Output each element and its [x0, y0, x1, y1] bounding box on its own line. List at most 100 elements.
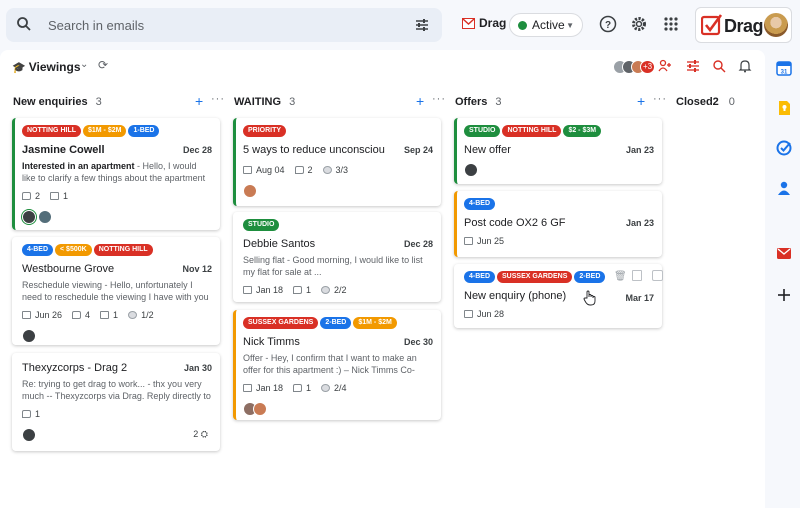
column-menu-button[interactable]: ···	[432, 93, 446, 105]
card-title: Westbourne Grove	[22, 263, 115, 275]
contacts-icon[interactable]	[776, 180, 792, 196]
drag-logo-icon	[701, 14, 723, 36]
search-icon[interactable]	[712, 59, 726, 73]
add-card-button[interactable]: +	[195, 93, 203, 109]
svg-text:31: 31	[781, 70, 788, 76]
checkmark-icon	[321, 286, 331, 294]
status-dot-icon	[518, 21, 527, 30]
tag[interactable]: SUSSEX GARDENS	[497, 271, 573, 283]
tag[interactable]: STUDIO	[243, 219, 280, 231]
member-avatars[interactable]: +3	[613, 58, 655, 76]
card-title: Debbie Santos	[243, 238, 316, 250]
card-date: Jan 30	[183, 363, 212, 373]
avatar[interactable]	[464, 162, 478, 177]
tag[interactable]: NOTTING HILL	[93, 244, 153, 256]
avatar[interactable]	[253, 401, 267, 416]
tag[interactable]: 4-BED	[464, 198, 496, 210]
add-card-button[interactable]: +	[637, 93, 645, 109]
avatar[interactable]	[38, 209, 52, 224]
comment-icon	[22, 410, 31, 418]
avatar[interactable]	[22, 209, 36, 224]
search-icon[interactable]	[16, 16, 32, 32]
tag[interactable]: $2 - $3M	[563, 125, 602, 137]
caret-down-icon: ▼	[566, 21, 574, 30]
assignee-count: 2 ⛭	[193, 429, 208, 439]
card-new-offer[interactable]: STUDIO NOTTING HILL $2 - $3M New offer Jan …	[454, 118, 662, 184]
column-header-waiting[interactable]: WAITING 3	[234, 96, 295, 108]
delete-icon[interactable]: 🗑	[614, 271, 627, 282]
column-menu-button[interactable]: ···	[211, 93, 225, 105]
card-debbie-santos[interactable]: STUDIO Debbie Santos Dec 28 Selling flat …	[233, 212, 441, 302]
tag[interactable]: 1-BED	[128, 125, 160, 137]
brand-account[interactable]: Drag	[695, 7, 792, 43]
avatar[interactable]	[22, 427, 36, 442]
file-count: 1	[63, 191, 69, 201]
tag[interactable]: 4-BED	[464, 271, 496, 283]
avatar[interactable]	[243, 183, 257, 198]
comment-icon	[293, 286, 303, 294]
filter-icon[interactable]	[686, 59, 700, 73]
board-header: 🎓 Viewings ⌄ ⟳ +3	[0, 50, 765, 82]
board: 🎓 Viewings ⌄ ⟳ +3 New enquiries 3 + ··· WA…	[0, 50, 765, 508]
comment-icon	[293, 384, 303, 392]
column-header-new-enquiries[interactable]: New enquiries 3	[13, 96, 102, 108]
chevron-down-icon[interactable]: ⌄	[80, 59, 88, 70]
card-snippet: Re: trying to get drag to work... - thx …	[22, 379, 211, 401]
card-post-code[interactable]: 4-BED Post code OX2 6 GF Jan 23 Jun 25	[454, 191, 662, 257]
calendar-icon	[22, 311, 31, 319]
column-header-offers[interactable]: Offers 3	[455, 96, 502, 108]
copy-icon[interactable]	[632, 270, 642, 281]
tag[interactable]: 2-BED	[320, 317, 352, 329]
tag[interactable]: < $500K	[55, 244, 92, 256]
card-nick-timms[interactable]: SUSSEX GARDENS 2-BED $1M - $2M Nick Timms D…	[233, 310, 441, 420]
card-date: Mar 17	[625, 293, 654, 303]
card-new-enquiry-phone[interactable]: 4-BED SUSSEX GARDENS 2-BED 🗑 New enquiry (…	[454, 264, 663, 328]
tag[interactable]: NOTTING HILL	[502, 125, 562, 137]
search-input[interactable]: Search in emails	[48, 18, 144, 33]
card-date: Sep 24	[403, 145, 433, 155]
card-thexyzcorps[interactable]: Thexyzcorps - Drag 2 Jan 30 Re: trying to…	[12, 353, 220, 451]
bell-icon[interactable]	[738, 59, 752, 73]
drag-chip[interactable]: Drag	[462, 16, 506, 30]
tag[interactable]: NOTTING HILL	[22, 125, 81, 137]
card-title: New offer	[464, 144, 511, 156]
avatar[interactable]	[764, 13, 788, 37]
tune-icon[interactable]	[414, 17, 430, 33]
tag[interactable]: 4-BED	[22, 244, 54, 256]
card-jasmine-cowell[interactable]: NOTTING HILL $1M - $2M 1-BED Jasmine Cowel…	[12, 118, 220, 230]
select-checkbox[interactable]	[652, 270, 663, 281]
file-icon	[50, 192, 60, 200]
gear-icon[interactable]	[630, 15, 648, 33]
calendar-icon[interactable]: 31	[776, 60, 792, 76]
tasks-icon[interactable]	[776, 140, 792, 156]
drag-logo-icon	[462, 18, 475, 30]
calendar-icon	[464, 310, 473, 318]
status-dropdown[interactable]: Active ▼	[509, 13, 583, 37]
calendar-icon	[243, 166, 252, 174]
card-westbourne-grove[interactable]: 4-BED < $500K NOTTING HILL Westbourne Grov…	[12, 237, 220, 345]
column-header-closed[interactable]: Closed2 0	[676, 96, 735, 108]
add-icon[interactable]	[776, 287, 792, 303]
drag-icon[interactable]	[776, 245, 792, 261]
board-name[interactable]: 🎓 Viewings	[12, 60, 81, 74]
column-menu-button[interactable]: ···	[653, 93, 667, 105]
card-snippet: Reschedule viewing - Hello, unfortunatel…	[22, 280, 209, 302]
file-icon	[100, 311, 110, 319]
add-person-icon[interactable]	[658, 59, 672, 73]
tag[interactable]: PRIORITY	[243, 125, 287, 137]
avatar[interactable]	[22, 328, 36, 343]
card-5-ways[interactable]: PRIORITY 5 ways to reduce unconsciou Sep …	[233, 118, 441, 206]
keep-icon[interactable]	[776, 100, 792, 116]
tag[interactable]: STUDIO	[464, 125, 501, 137]
add-card-button[interactable]: +	[416, 93, 424, 109]
tag[interactable]: $1M - $2M	[353, 317, 397, 329]
card-snippet: Selling flat - Good morning, I would lik…	[243, 255, 423, 277]
tag[interactable]: SUSSEX GARDENS	[243, 317, 319, 329]
search-bar[interactable]: Search in emails	[6, 8, 442, 42]
checkmark-icon	[322, 166, 332, 174]
apps-grid-icon[interactable]	[662, 15, 680, 33]
tag[interactable]: $1M - $2M	[83, 125, 127, 137]
help-icon[interactable]: ?	[599, 15, 617, 33]
tag[interactable]: 2-BED	[574, 271, 606, 283]
refresh-icon[interactable]: ⟳	[98, 58, 108, 72]
